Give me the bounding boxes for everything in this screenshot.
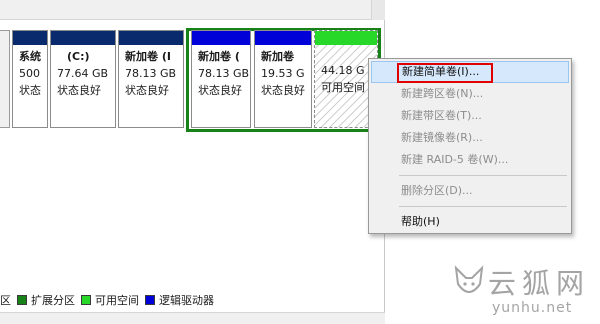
menu-item-new-spanned-volume[interactable]: 新建跨区卷(N)... bbox=[371, 83, 569, 105]
partition-name: 系统 bbox=[19, 50, 41, 63]
partition-bar bbox=[13, 31, 47, 45]
menu-item-label: 新建镜像卷(R)... bbox=[401, 131, 483, 144]
disk-row: 系统 500 状态 (C:) 77.64 GB 状态良好 新加卷 (I 78.1… bbox=[0, 26, 385, 136]
partition-size: 500 bbox=[19, 67, 40, 80]
legend-item-partial: 区 bbox=[0, 292, 11, 308]
menu-separator bbox=[399, 206, 567, 207]
partition-new-volume-i[interactable]: 新加卷 (I 78.13 GB 状态良好 bbox=[118, 30, 184, 128]
top-scroll-strip bbox=[0, 0, 385, 20]
legend-label: 逻辑驱动器 bbox=[159, 294, 214, 307]
menu-item-label: 删除分区(D)... bbox=[401, 184, 473, 197]
menu-item-help[interactable]: 帮助(H) bbox=[371, 211, 569, 233]
partition-size: 78.13 GB bbox=[198, 67, 250, 80]
partition-status: 状态 bbox=[19, 84, 41, 97]
disk-management-window: 系统 500 状态 (C:) 77.64 GB 状态良好 新加卷 (I 78.1… bbox=[0, 0, 600, 324]
legend-swatch bbox=[81, 295, 91, 305]
partition-size: 19.53 G bbox=[261, 67, 305, 80]
partition-logical-1[interactable]: 新加卷 ( 78.13 GB 状态良好 bbox=[191, 30, 251, 128]
partition-status: 状态良好 bbox=[261, 84, 305, 97]
partition-bar bbox=[192, 31, 250, 45]
legend-label: 可用空间 bbox=[95, 294, 139, 307]
disk-label-stub[interactable] bbox=[0, 30, 10, 128]
legend-swatch bbox=[145, 295, 155, 305]
menu-item-delete-partition[interactable]: 删除分区(D)... bbox=[371, 180, 569, 202]
scroll-corner bbox=[371, 0, 385, 20]
menu-item-label: 新建带区卷(T)... bbox=[401, 109, 482, 122]
partition-name: 新加卷 ( bbox=[198, 50, 240, 63]
menu-item-new-simple-volume[interactable]: 新建简单卷(I)... bbox=[371, 61, 569, 83]
legend-label: 区 bbox=[0, 294, 11, 307]
red-highlight-box bbox=[397, 63, 493, 83]
menu-item-new-striped-volume[interactable]: 新建带区卷(T)... bbox=[371, 105, 569, 127]
menu-item-label: 帮助(H) bbox=[401, 215, 440, 228]
partition-status: 状态良好 bbox=[125, 84, 169, 97]
partition-name: (C:) bbox=[67, 50, 90, 63]
partition-bar bbox=[119, 31, 183, 45]
partition-c[interactable]: (C:) 77.64 GB 状态良好 bbox=[50, 30, 116, 128]
menu-item-label: 新建跨区卷(N)... bbox=[401, 87, 484, 100]
partition-bar bbox=[51, 31, 115, 45]
partition-logical-2[interactable]: 新加卷 19.53 G 状态良好 bbox=[254, 30, 312, 128]
legend: 区 扩展分区 可用空间 逻辑驱动器 bbox=[0, 290, 385, 310]
partition-bar bbox=[255, 31, 311, 45]
menu-item-new-raid5-volume[interactable]: 新建 RAID-5 卷(W)... bbox=[371, 149, 569, 171]
legend-item-free-space: 可用空间 bbox=[81, 292, 139, 308]
menu-separator bbox=[399, 175, 567, 176]
partition-system-reserved[interactable]: 系统 500 状态 bbox=[12, 30, 48, 128]
legend-item-extended: 扩展分区 bbox=[17, 292, 75, 308]
bottom-scroll-strip[interactable] bbox=[0, 312, 385, 324]
legend-item-logical: 逻辑驱动器 bbox=[145, 292, 214, 308]
partition-bar bbox=[315, 31, 377, 45]
legend-swatch bbox=[17, 295, 27, 305]
partition-size: 77.64 GB bbox=[57, 67, 109, 80]
partition-status: 状态良好 bbox=[198, 84, 242, 97]
partition-name: 新加卷 bbox=[261, 50, 294, 63]
partition-name: 新加卷 (I bbox=[125, 50, 171, 63]
menu-item-label: 新建 RAID-5 卷(W)... bbox=[401, 153, 509, 166]
disk-graphical-view: 系统 500 状态 (C:) 77.64 GB 状态良好 新加卷 (I 78.1… bbox=[0, 0, 385, 324]
legend-label: 扩展分区 bbox=[31, 294, 75, 307]
partition-status: 状态良好 bbox=[57, 84, 101, 97]
partition-size: 78.13 GB bbox=[125, 67, 177, 80]
menu-item-new-mirrored-volume[interactable]: 新建镜像卷(R)... bbox=[371, 127, 569, 149]
context-menu: 新建简单卷(I)... 新建跨区卷(N)... 新建带区卷(T)... 新建镜像… bbox=[368, 58, 572, 234]
